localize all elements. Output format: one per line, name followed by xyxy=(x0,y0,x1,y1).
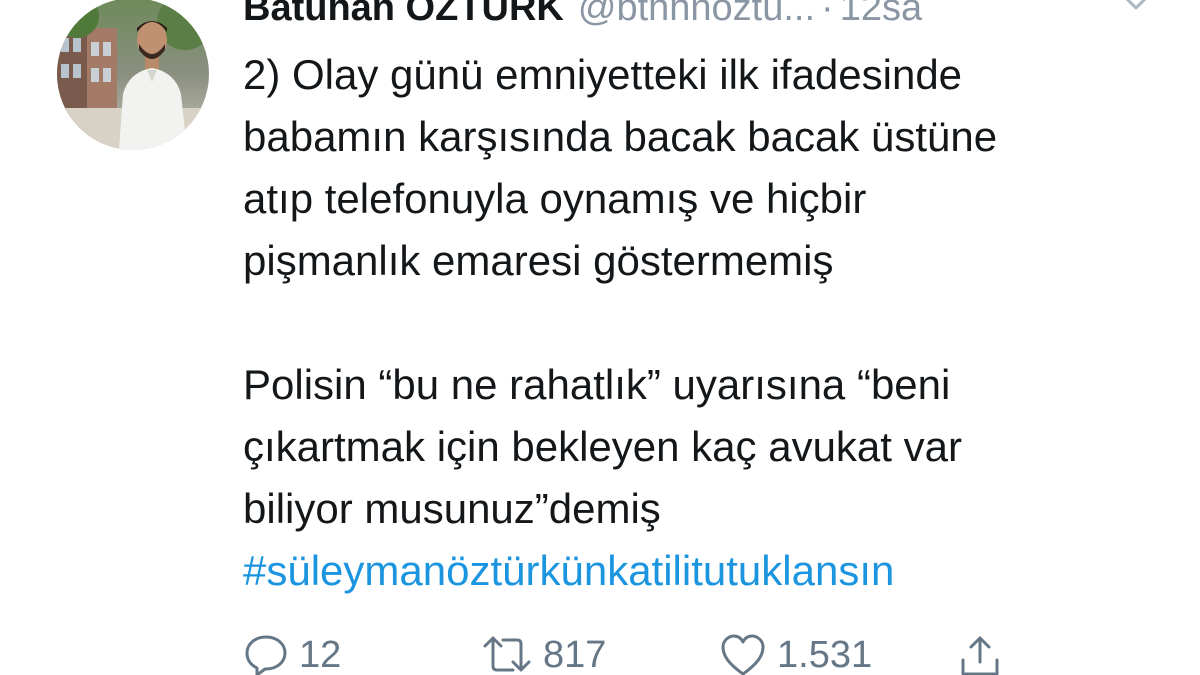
avatar[interactable] xyxy=(57,0,209,150)
reply-button[interactable]: 12 xyxy=(243,630,341,675)
author-handle[interactable]: @bthhnöztu... xyxy=(578,0,815,29)
like-button[interactable]: 1.531 xyxy=(719,630,872,675)
reply-icon xyxy=(245,635,287,675)
tweet-text-line: atıp telefonuyla oynamış ve hiçbir xyxy=(243,175,867,222)
tweet[interactable]: Batuhan ÖZTÜRK @bthhnöztu... · 12sa 2) Olay… xyxy=(0,0,1200,675)
retweet-count: 817 xyxy=(543,634,607,675)
tweet-actions: 12 817 1.531 xyxy=(243,630,1143,675)
tweet-text-line: babamın karşısında bacak bacak üstüne xyxy=(243,113,998,160)
tweet-text-line: 2) Olay günü emniyetteki ilk ifadesinde xyxy=(243,51,963,98)
retweet-button[interactable]: 817 xyxy=(481,630,606,675)
reply-count: 12 xyxy=(299,634,342,675)
tweet-text-line: çıkartmak için bekleyen kaç avukat var xyxy=(243,423,962,470)
like-count: 1.531 xyxy=(777,634,873,675)
tweet-text-line: Polisin “bu ne rahatlık” uyarısına “beni xyxy=(243,361,951,408)
chevron-down-icon[interactable] xyxy=(1120,0,1152,20)
hashtag-link[interactable]: #süleymanöztürkünkatilitutuklansın xyxy=(243,540,1143,602)
timestamp[interactable]: 12sa xyxy=(840,0,922,29)
retweet-icon xyxy=(483,636,531,672)
share-button[interactable] xyxy=(957,630,1003,675)
separator: · xyxy=(821,0,834,29)
heart-icon xyxy=(721,634,765,675)
tweet-body: 2) Olay günü emniyetteki ilk ifadesinde … xyxy=(243,44,1143,602)
tweet-header: Batuhan ÖZTÜRK @bthhnöztu... · 12sa xyxy=(243,0,1183,30)
tweet-text-line: biliyor musunuz”demiş xyxy=(243,485,661,532)
avatar-photo xyxy=(57,0,209,150)
author-name[interactable]: Batuhan ÖZTÜRK xyxy=(243,0,564,29)
share-icon xyxy=(961,636,999,675)
tweet-text-line: pişmanlık emaresi göstermemiş xyxy=(243,237,834,284)
